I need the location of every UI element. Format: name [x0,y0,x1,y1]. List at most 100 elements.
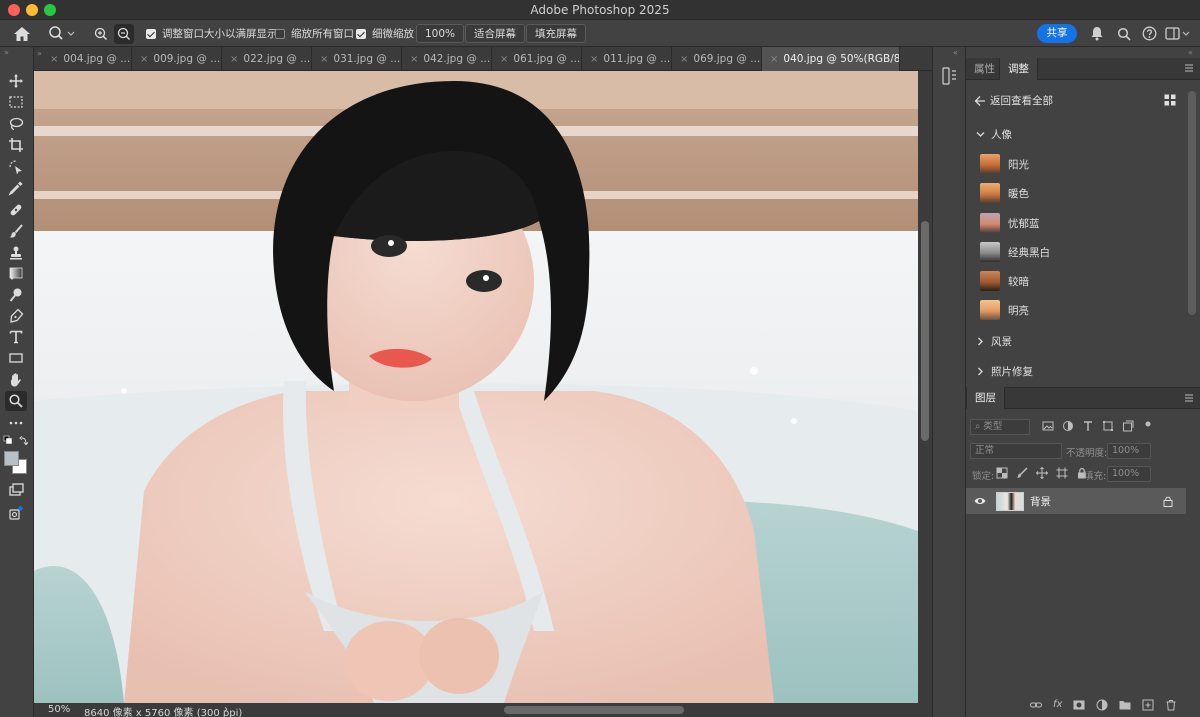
preset-sunshine[interactable]: 阳光 [966,151,1186,177]
delete-layer-icon[interactable] [1165,699,1177,711]
close-tab-icon[interactable]: × [410,54,418,65]
tab-properties[interactable]: 属性 [966,58,1003,80]
tab-009[interactable]: × 009.jpg @ ... [132,47,222,71]
fill-field[interactable]: 100% [1107,466,1151,482]
edit-toolbar-button[interactable] [5,413,27,433]
grid-view-button[interactable] [1164,94,1176,109]
notifications-button[interactable] [1090,20,1104,47]
tab-040-active[interactable]: × 040.jpg @ 50%(RGB/8#) [762,47,900,71]
collapse-toolbar-icon[interactable]: » [4,48,9,57]
new-group-icon[interactable] [1119,699,1131,711]
group-portrait[interactable]: 人像 [976,127,1012,142]
close-tab-icon[interactable]: × [230,54,238,65]
expand-panels-icon[interactable]: « [953,48,958,57]
tab-061[interactable]: × 061.jpg @ ... [492,47,582,71]
fit-screen-button[interactable]: 适合屏幕 [465,20,525,47]
group-landscape[interactable]: 风景 [976,334,1012,349]
pen-tool[interactable] [5,306,27,326]
chevron-right-icon[interactable]: › [224,704,228,715]
lock-transparent-pixels-icon[interactable] [996,467,1008,479]
lasso-tool[interactable] [5,114,27,134]
close-tab-icon[interactable]: × [320,54,328,65]
type-layer-filter-icon[interactable] [1082,420,1094,432]
opacity-field[interactable]: 100% [1107,443,1151,459]
resize-windows-checkbox[interactable]: 调整窗口大小以满屏显示 [146,20,278,47]
hand-tool[interactable] [5,370,27,390]
tab-069[interactable]: × 069.jpg @ ... [672,47,762,71]
screen-mode-button[interactable] [5,503,27,523]
new-layer-icon[interactable] [1142,699,1154,711]
link-layers-icon[interactable] [1030,699,1042,711]
eye-visibility-icon[interactable] [974,496,986,506]
default-colors-swap[interactable] [3,435,31,447]
document-info[interactable]: 8640 像素 x 5760 像素 (300 ppi) [84,704,242,717]
document-canvas[interactable] [34,71,932,703]
close-tab-icon[interactable]: × [500,54,508,65]
history-panel-button[interactable] [939,65,961,87]
preset-warm[interactable]: 暖色 [966,180,1186,206]
collapse-right-icon[interactable]: « [1188,48,1193,57]
type-tool[interactable] [5,327,27,347]
preset-darker[interactable]: 较暗 [966,268,1186,294]
close-tab-icon[interactable]: × [50,54,58,65]
layer-filter-kind[interactable]: ⌕ 类型 [970,419,1030,435]
canvas-vertical-scrollbar[interactable] [918,71,932,703]
object-selection-tool[interactable] [5,157,27,177]
tab-022[interactable]: × 022.jpg @ ... [222,47,312,71]
group-photo-repair[interactable]: 照片修复 [976,364,1033,379]
foreground-color-swatch[interactable] [4,451,19,466]
clone-stamp-tool[interactable] [5,243,27,263]
layers-menu-icon[interactable] [1184,393,1194,406]
workspace-button[interactable] [1165,20,1191,47]
zoom-all-windows-checkbox[interactable]: 缩放所有窗口 [275,20,354,47]
tab-adjustments[interactable]: 调整 [999,58,1038,80]
brush-tool[interactable] [5,221,27,241]
close-tab-icon[interactable]: × [590,54,598,65]
close-tab-icon[interactable]: × [140,54,148,65]
blend-mode-select[interactable]: 正常 [970,443,1062,459]
preset-bright[interactable]: 明亮 [966,297,1186,323]
crop-tool[interactable] [5,135,27,155]
adjustments-scrollbar[interactable] [1188,91,1196,315]
horizontal-scrollbar-thumb[interactable] [504,706,684,714]
gradient-tool[interactable] [5,263,27,283]
zoom-tool[interactable] [5,391,27,411]
tab-004[interactable]: × 004.jpg @ ... [42,47,132,71]
lock-position-icon[interactable] [1036,467,1048,479]
eyedropper-tool[interactable] [5,178,27,198]
new-adjustment-layer-icon[interactable] [1096,699,1108,711]
rectangle-tool[interactable] [5,348,27,368]
zoom-in-button[interactable] [93,20,109,47]
add-mask-icon[interactable] [1073,699,1085,711]
layer-lock-icon[interactable] [1163,496,1173,507]
layer-row-background[interactable]: 背景 [966,488,1186,514]
preset-classic-bw[interactable]: 经典黑白 [966,239,1186,265]
zoom-level[interactable]: 50% [48,704,70,715]
adjustment-layer-filter-icon[interactable] [1062,420,1074,432]
tab-042[interactable]: × 042.jpg @ ... [402,47,492,71]
quick-mask-button[interactable] [5,480,27,500]
zoom-tool-preset-button[interactable] [48,20,76,47]
fx-icon[interactable]: fx [1053,699,1062,711]
layer-name[interactable]: 背景 [1030,494,1051,509]
fill-screen-button[interactable]: 填充屏幕 [526,20,586,47]
zoom-100-button[interactable]: 100% [416,20,465,47]
filter-toggle-icon[interactable] [1142,420,1154,432]
scrubby-zoom-checkbox[interactable]: 细微缩放 [356,20,414,47]
close-tab-icon[interactable]: × [680,54,688,65]
share-button[interactable]: 共享 [1037,24,1077,43]
lock-image-pixels-icon[interactable] [1016,467,1028,479]
home-button[interactable] [13,20,31,47]
move-tool[interactable] [5,71,27,91]
close-tab-icon[interactable]: × [770,54,778,65]
smart-object-filter-icon[interactable] [1122,420,1134,432]
healing-brush-tool[interactable] [5,200,27,220]
back-to-all-button[interactable]: 返回查看全部 [974,93,1053,108]
shape-layer-filter-icon[interactable] [1102,420,1114,432]
color-swatches[interactable] [3,450,29,476]
tab-031[interactable]: × 031.jpg @ ... [312,47,402,71]
help-button[interactable] [1142,20,1157,47]
panel-menu-icon[interactable] [1184,63,1194,76]
lock-artboard-icon[interactable] [1056,467,1068,479]
pixel-layer-filter-icon[interactable] [1042,420,1054,432]
